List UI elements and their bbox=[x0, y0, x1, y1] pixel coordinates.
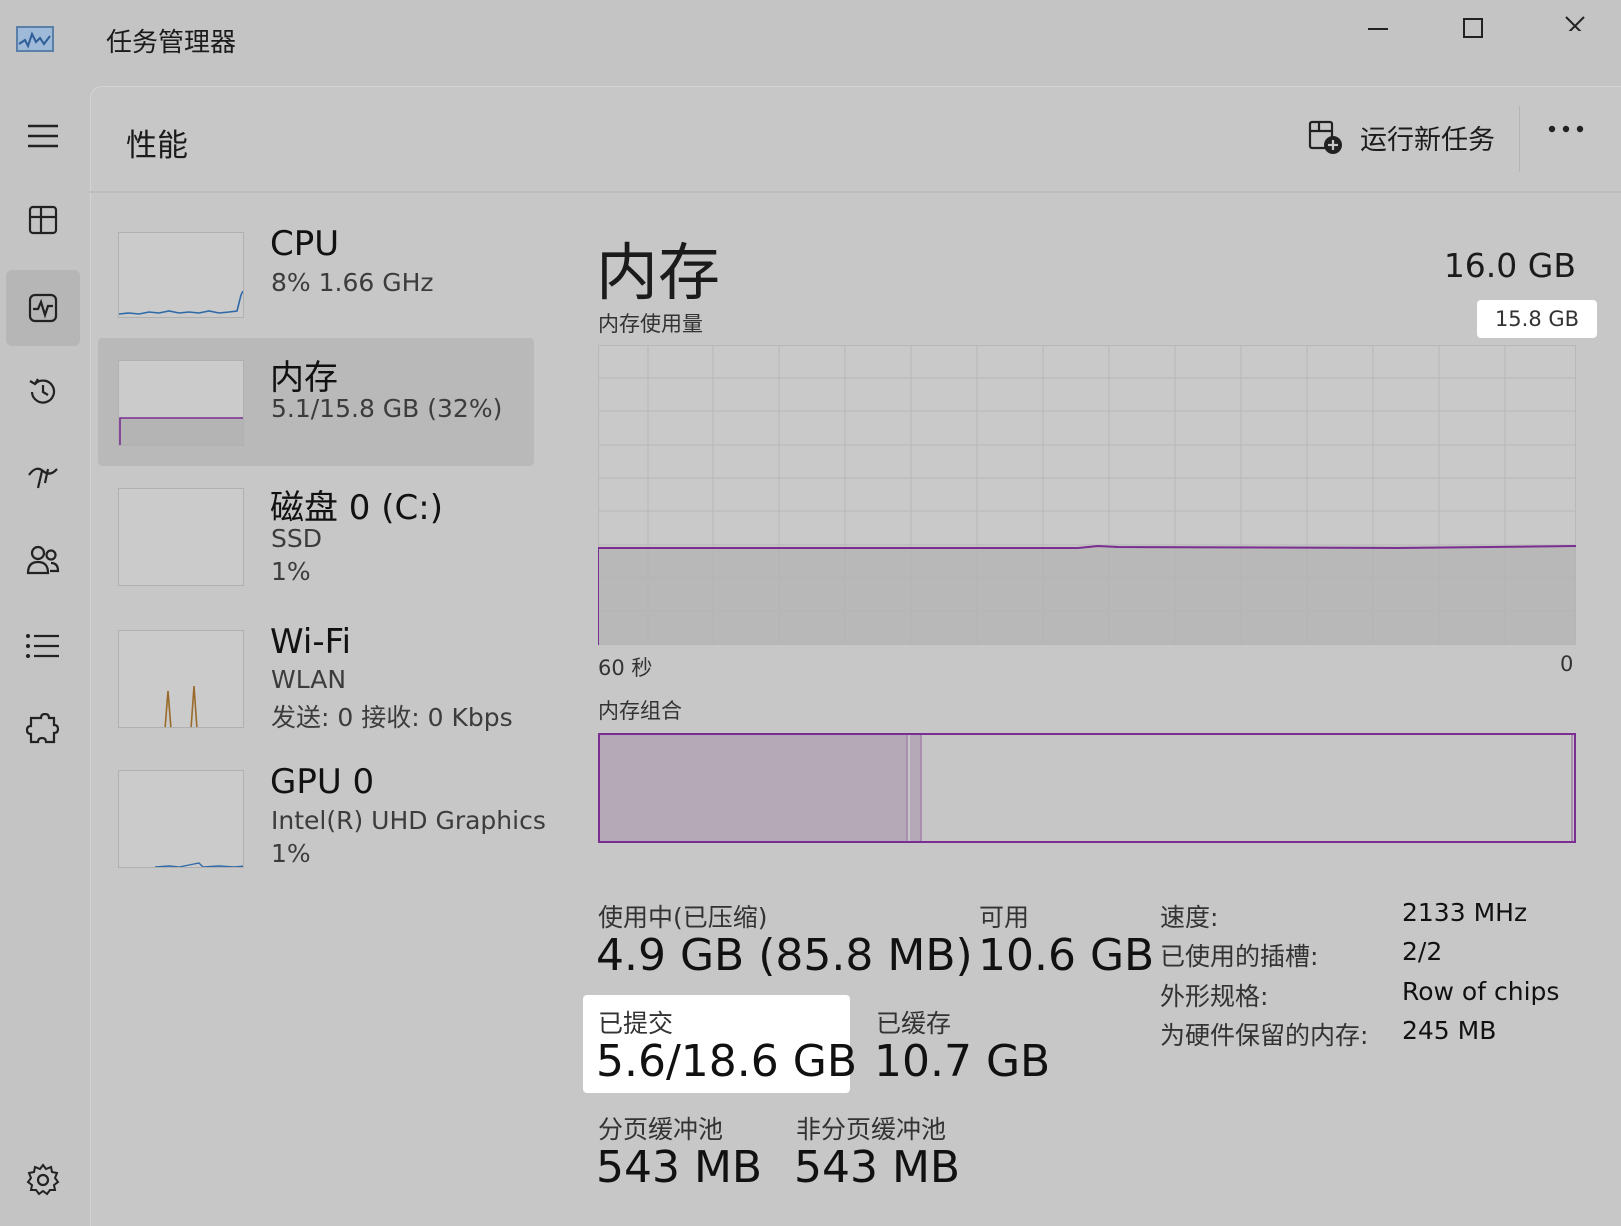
header-divider bbox=[90, 191, 1621, 193]
device-memory[interactable]: 内存 5.1/15.8 GB (32%) bbox=[98, 338, 534, 466]
composition-in-use-segment bbox=[600, 735, 906, 841]
window-title: 任务管理器 bbox=[106, 28, 237, 58]
spec-speed-value: 2133 MHz bbox=[1402, 898, 1528, 927]
nav-startup-apps[interactable] bbox=[6, 438, 80, 514]
device-name: 内存 bbox=[270, 358, 338, 398]
processes-icon bbox=[28, 205, 58, 235]
nav-performance[interactable] bbox=[6, 270, 80, 346]
performance-icon bbox=[28, 293, 58, 323]
spec-speed-label: 速度: bbox=[1160, 903, 1219, 932]
graph-axis-start-label: 60 秒 bbox=[598, 656, 653, 680]
device-type: SSD bbox=[271, 524, 322, 553]
device-adapter: WLAN bbox=[271, 665, 347, 694]
cached-value: 10.7 GB bbox=[874, 1036, 1051, 1087]
spec-slots-label: 已使用的插槽: bbox=[1160, 942, 1319, 971]
device-name: 磁盘 0 (C:) bbox=[270, 488, 443, 528]
committed-value: 5.6/18.6 GB bbox=[596, 1036, 858, 1087]
committed-label: 已提交 bbox=[598, 1009, 674, 1038]
memory-composition-bar bbox=[598, 733, 1576, 843]
paged-pool-label: 分页缓冲池 bbox=[598, 1115, 724, 1144]
task-manager-app-icon bbox=[16, 26, 54, 52]
device-detail: 5.1/15.8 GB (32%) bbox=[271, 394, 503, 423]
device-model: Intel(R) UHD Graphics bbox=[271, 806, 546, 835]
wifi-thumbnail-graph bbox=[118, 630, 244, 728]
close-icon bbox=[1565, 16, 1585, 31]
device-disk-0[interactable]: 磁盘 0 (C:) SSD 1% bbox=[98, 470, 534, 610]
cached-label: 已缓存 bbox=[876, 1009, 952, 1038]
spec-form-factor-value: Row of chips bbox=[1402, 977, 1560, 1006]
composition-modified-divider bbox=[906, 735, 908, 841]
device-name: CPU bbox=[270, 224, 340, 264]
close-button[interactable] bbox=[1545, 0, 1605, 40]
nav-app-history[interactable] bbox=[6, 354, 80, 430]
run-new-task-icon bbox=[1308, 120, 1342, 154]
nav-processes[interactable] bbox=[6, 182, 80, 258]
nav-services[interactable] bbox=[6, 692, 80, 768]
available-value: 10.6 GB bbox=[978, 930, 1155, 981]
paged-pool-value: 543 MB bbox=[596, 1142, 763, 1193]
more-options-button[interactable] bbox=[1548, 124, 1584, 134]
page-title: 性能 bbox=[126, 128, 188, 164]
nav-settings[interactable] bbox=[6, 1142, 80, 1218]
minimize-button[interactable] bbox=[1348, 8, 1408, 48]
in-use-label: 使用中(已压缩) bbox=[598, 903, 768, 932]
memory-total: 16.0 GB bbox=[1443, 246, 1576, 285]
device-detail: 8% 1.66 GHz bbox=[271, 268, 434, 297]
nonpaged-pool-value: 543 MB bbox=[794, 1142, 961, 1193]
device-throughput: 发送: 0 接收: 0 Kbps bbox=[271, 703, 513, 732]
memory-usage-graph bbox=[598, 345, 1576, 645]
run-new-task-label: 运行新任务 bbox=[1360, 125, 1495, 156]
memory-usage-max: 15.8 GB bbox=[1477, 300, 1597, 338]
history-icon bbox=[29, 378, 56, 404]
device-gpu-0[interactable]: GPU 0 Intel(R) UHD Graphics 1% bbox=[98, 760, 546, 880]
startup-speedometer-icon bbox=[28, 467, 58, 489]
hamburger-icon bbox=[28, 124, 58, 148]
gpu-thumbnail-graph bbox=[118, 770, 244, 868]
device-usage: 1% bbox=[271, 557, 311, 586]
menu-button[interactable] bbox=[6, 98, 80, 174]
device-usage: 1% bbox=[271, 839, 311, 868]
toolbar-divider bbox=[1519, 106, 1520, 172]
maximize-icon bbox=[1463, 18, 1483, 38]
disk-thumbnail-graph bbox=[118, 488, 244, 586]
composition-free-edge bbox=[1571, 735, 1573, 841]
memory-thumbnail-graph bbox=[118, 360, 244, 446]
maximize-button[interactable] bbox=[1443, 8, 1503, 48]
device-name: Wi-Fi bbox=[270, 622, 352, 662]
device-cpu[interactable]: CPU 8% 1.66 GHz bbox=[98, 212, 534, 338]
nonpaged-pool-label: 非分页缓冲池 bbox=[796, 1115, 947, 1144]
spec-form-factor-label: 外形规格: bbox=[1160, 982, 1269, 1011]
available-label: 可用 bbox=[979, 903, 1030, 932]
memory-usage-label: 内存使用量 bbox=[598, 312, 703, 336]
device-name: GPU 0 bbox=[270, 762, 375, 802]
minimize-icon bbox=[1368, 28, 1388, 30]
device-wifi[interactable]: Wi-Fi WLAN 发送: 0 接收: 0 Kbps bbox=[98, 614, 534, 744]
details-list-icon bbox=[26, 634, 59, 658]
spec-hardware-reserved-value: 245 MB bbox=[1402, 1016, 1497, 1045]
composition-modified-segment bbox=[910, 735, 922, 841]
settings-gear-icon bbox=[26, 1163, 60, 1196]
services-puzzle-icon bbox=[26, 713, 60, 744]
memory-title: 内存 bbox=[596, 236, 721, 309]
cpu-thumbnail-graph bbox=[118, 232, 244, 318]
more-dots-icon bbox=[1548, 125, 1584, 133]
graph-axis-end-label: 0 bbox=[1560, 652, 1574, 676]
nav-details[interactable] bbox=[6, 608, 80, 684]
in-use-value: 4.9 GB (85.8 MB) bbox=[596, 930, 973, 981]
users-icon bbox=[26, 545, 60, 575]
memory-composition-label: 内存组合 bbox=[598, 699, 682, 723]
spec-slots-value: 2/2 bbox=[1402, 937, 1443, 966]
run-new-task-button[interactable]: 运行新任务 bbox=[1308, 118, 1495, 157]
spec-hardware-reserved-label: 为硬件保留的内存: bbox=[1160, 1021, 1369, 1050]
nav-users[interactable] bbox=[6, 522, 80, 598]
